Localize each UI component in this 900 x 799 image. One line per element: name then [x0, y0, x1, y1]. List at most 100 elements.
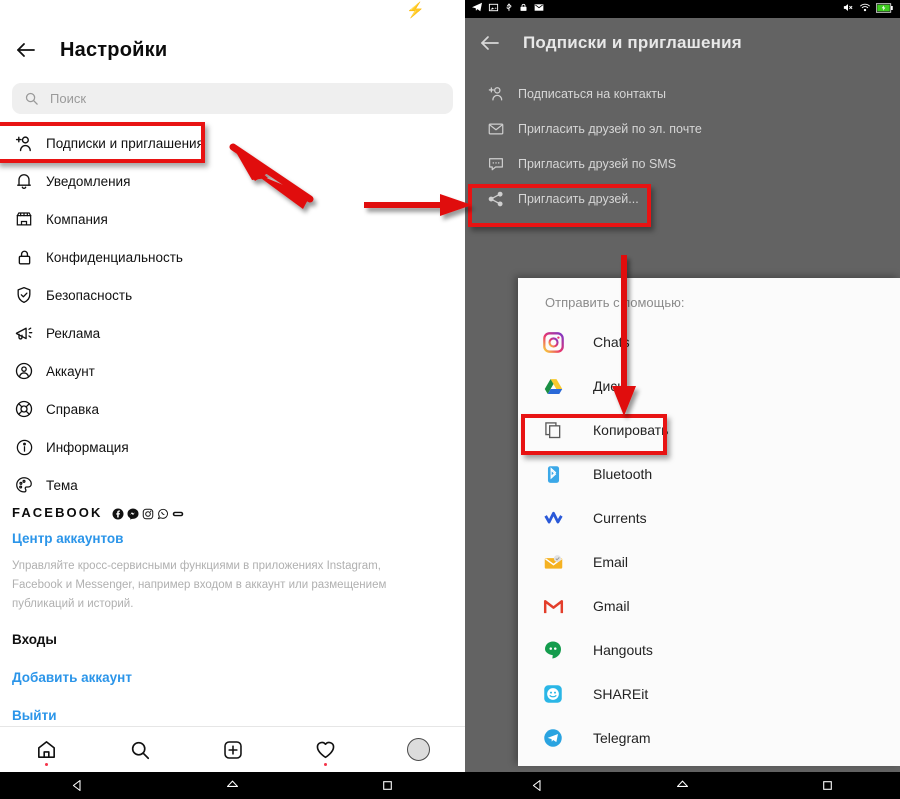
logout-link[interactable]: Выйти	[12, 708, 57, 723]
bluetooth-icon	[540, 461, 566, 487]
sidebar-item-label: Реклама	[46, 325, 101, 341]
share-target-telegram[interactable]: Telegram	[518, 716, 900, 760]
hangouts-icon	[540, 637, 566, 663]
accounts-center-link[interactable]: Центр аккаунтов	[12, 531, 453, 546]
share-target-email[interactable]: Email	[518, 540, 900, 584]
share-target-currents[interactable]: Currents	[518, 496, 900, 540]
arrow-left-icon[interactable]	[465, 18, 515, 68]
right-status-bar	[465, 0, 900, 18]
sidebar-item-privacy[interactable]: Конфиденциальность	[0, 238, 465, 276]
sidebar-item-label: Подписки и приглашения	[46, 135, 204, 151]
search-input[interactable]: Поиск	[12, 83, 453, 114]
usb-icon	[504, 0, 514, 18]
share-target-label: Chats	[593, 334, 630, 350]
share-sheet-title: Отправить с помощью:	[545, 295, 685, 310]
sidebar-item-label: Уведомления	[46, 173, 131, 189]
gmail-icon	[540, 593, 566, 619]
sidebar-item-security[interactable]: Безопасность	[0, 276, 465, 314]
shareit-icon	[540, 681, 566, 707]
android-recents-icon[interactable]	[310, 779, 465, 792]
sidebar-item-notifications[interactable]: Уведомления	[0, 162, 465, 200]
share-target-label: SHAREit	[593, 686, 649, 702]
share-target-shareit[interactable]: SHAREit	[518, 672, 900, 716]
settings-menu-list: Подписки и приглашения Уведомления Компа…	[0, 124, 465, 504]
sidebar-item-label: Аккаунт	[46, 363, 95, 379]
sidebar-item-label: Конфиденциальность	[46, 249, 183, 265]
home-badge-dot	[45, 762, 48, 766]
share-target-label: Email	[593, 554, 629, 570]
android-recents-icon[interactable]	[755, 779, 900, 792]
sidebar-item-label: Компания	[46, 211, 108, 227]
arrow-left-icon[interactable]	[0, 24, 52, 76]
logins-heading: Входы	[12, 632, 57, 647]
share-target-list: Chats Диск Копировать Bluetooth Currents…	[518, 318, 900, 760]
lock-icon	[12, 245, 36, 269]
search-icon	[24, 91, 39, 106]
share-target-label: Hangouts	[593, 642, 653, 658]
search-placeholder: Поиск	[50, 91, 87, 106]
android-back-icon[interactable]	[0, 778, 155, 793]
sidebar-item-subscriptions[interactable]: Подписки и приглашения	[0, 124, 465, 162]
tab-profile[interactable]	[372, 727, 465, 773]
menu-item-follow-contacts[interactable]: Подписаться на контакты	[465, 76, 900, 111]
account-circle-icon	[12, 359, 36, 383]
tab-home[interactable]	[0, 727, 93, 773]
sidebar-item-business[interactable]: Компания	[0, 200, 465, 238]
facebook-icon	[112, 507, 124, 519]
facebook-section: FACEBOOK Центр аккаунтов Управляйте крос…	[12, 505, 453, 614]
invites-header: Подписки и приглашения	[465, 18, 900, 68]
currents-icon	[540, 505, 566, 531]
sidebar-item-label: Информация	[46, 439, 129, 455]
sidebar-item-account[interactable]: Аккаунт	[0, 352, 465, 390]
right-phone-screen: Подписки и приглашения Подписаться на ко…	[465, 0, 900, 799]
telegram-icon	[540, 725, 566, 751]
tab-create[interactable]	[186, 727, 279, 773]
settings-header: Настройки	[0, 24, 465, 76]
menu-item-invite-sms[interactable]: Пригласить друзей по SMS	[465, 146, 900, 181]
facebook-wordmark: FACEBOOK	[12, 505, 103, 520]
share-target-bluetooth[interactable]: Bluetooth	[518, 452, 900, 496]
share-target-chats[interactable]: Chats	[518, 320, 900, 364]
sidebar-item-ads[interactable]: Реклама	[0, 314, 465, 352]
add-box-icon	[223, 740, 242, 759]
share-target-gmail[interactable]: Gmail	[518, 584, 900, 628]
oculus-icon	[172, 507, 184, 519]
menu-item-invite-friends-share[interactable]: Пригласить друзей...	[465, 181, 900, 216]
android-back-icon[interactable]	[465, 778, 610, 793]
add-account-link[interactable]: Добавить аккаунт	[12, 670, 132, 685]
tab-search[interactable]	[93, 727, 186, 773]
android-home-icon[interactable]	[610, 778, 755, 793]
page-title: Настройки	[60, 38, 168, 61]
share-target-label: Копировать	[593, 422, 669, 438]
sidebar-item-theme[interactable]: Тема	[0, 466, 465, 504]
messenger-icon	[127, 507, 139, 519]
person-add-icon	[485, 83, 507, 105]
shield-check-icon	[12, 283, 36, 307]
sidebar-item-help[interactable]: Справка	[0, 390, 465, 428]
screenshot-icon	[488, 0, 499, 18]
share-icon	[485, 188, 507, 210]
mail-icon	[533, 0, 545, 18]
right-android-navbar	[465, 772, 900, 799]
battery-charging-icon	[875, 0, 893, 18]
instagram-icon	[540, 329, 566, 355]
facebook-wordmark-row: FACEBOOK	[12, 505, 453, 520]
share-target-copy[interactable]: Копировать	[518, 408, 900, 452]
sidebar-item-about[interactable]: Информация	[0, 428, 465, 466]
left-android-navbar	[0, 772, 465, 799]
android-home-icon[interactable]	[155, 778, 310, 793]
screenshot-root: ⚡ Настройки Поиск Подписки и приглашения	[0, 0, 900, 799]
wifi-icon	[859, 0, 871, 18]
whatsapp-icon	[157, 507, 169, 519]
tab-activity[interactable]	[279, 727, 372, 773]
palette-icon	[12, 473, 36, 497]
share-target-drive[interactable]: Диск	[518, 364, 900, 408]
share-target-hangouts[interactable]: Hangouts	[518, 628, 900, 672]
menu-item-label: Пригласить друзей по эл. почте	[518, 121, 702, 136]
menu-item-invite-email[interactable]: Пригласить друзей по эл. почте	[465, 111, 900, 146]
invites-menu-list: Подписаться на контакты Пригласить друзе…	[465, 76, 900, 216]
menu-item-label: Пригласить друзей...	[518, 191, 639, 206]
lock-icon	[519, 0, 528, 18]
menu-item-label: Пригласить друзей по SMS	[518, 156, 677, 171]
share-sheet-dialog: Отправить с помощью: Chats Диск Копирова…	[518, 278, 900, 766]
